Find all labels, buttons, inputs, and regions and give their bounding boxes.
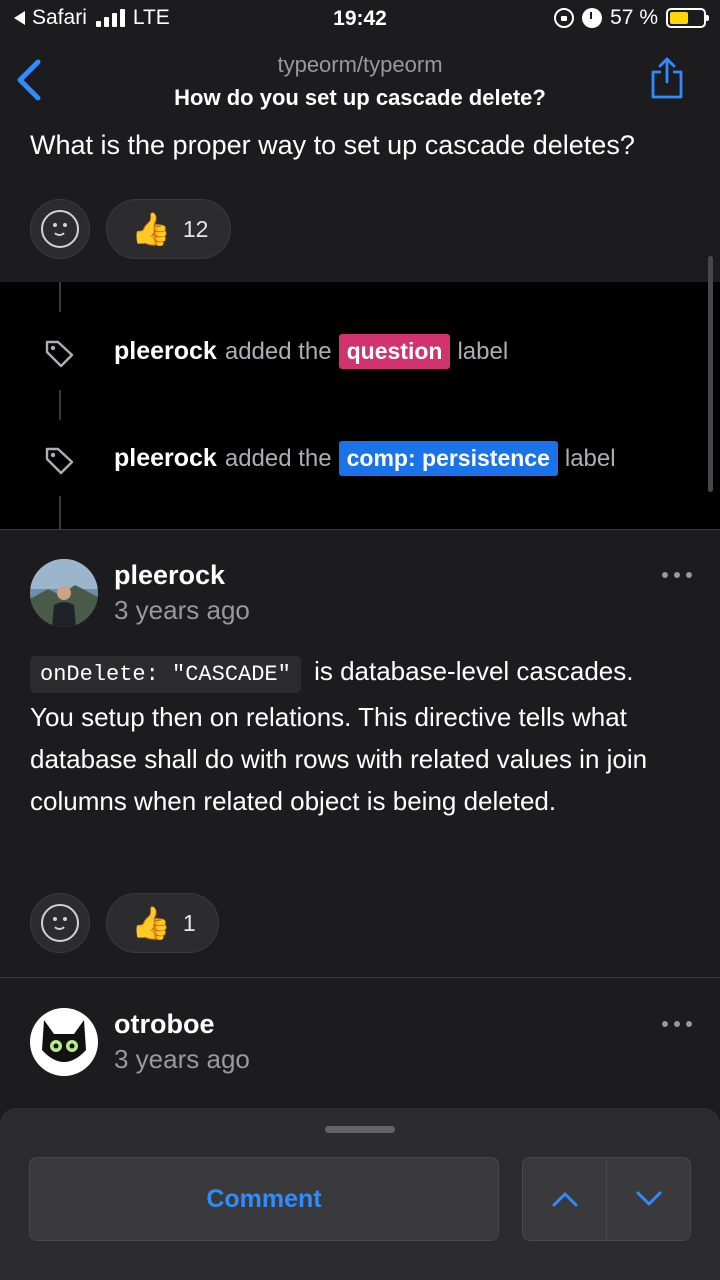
- event-action: added the: [224, 444, 332, 472]
- alarm-icon: [582, 8, 603, 28]
- tag-icon: [45, 340, 74, 368]
- status-bar: Safari LTE 19:42 57 %: [0, 0, 720, 40]
- smile-icon: [41, 210, 79, 248]
- add-reaction-button[interactable]: [30, 199, 90, 259]
- timeline-line: [59, 496, 61, 530]
- event-action: added the: [224, 337, 332, 365]
- thumbs-up-reaction[interactable]: 👍 1: [106, 893, 219, 953]
- timeline-text: pleerock added the question label: [114, 334, 508, 369]
- avatar[interactable]: [30, 559, 98, 627]
- avatar[interactable]: [30, 1008, 98, 1076]
- label-question[interactable]: question: [338, 334, 451, 369]
- bottom-bar: Comment: [0, 1108, 720, 1280]
- thumbs-up-icon: 👍: [131, 211, 171, 247]
- comment-button[interactable]: Comment: [29, 1157, 499, 1241]
- event-suffix: label: [457, 337, 509, 365]
- comment-time: 3 years ago: [114, 1044, 250, 1074]
- timeline-line: [59, 282, 61, 312]
- question-body: What is the proper way to set up cascade…: [30, 130, 635, 160]
- event-user[interactable]: pleerock: [114, 444, 217, 473]
- scrollbar[interactable]: [708, 256, 713, 492]
- navigation-bar: typeorm/typeorm How do you set up cascad…: [0, 40, 720, 124]
- tag-icon: [45, 447, 74, 475]
- comment-navigator: [522, 1157, 691, 1241]
- thumbs-up-icon: 👍: [131, 905, 171, 941]
- question-reactions: 👍 12: [30, 199, 232, 259]
- label-comp-persistence[interactable]: comp: persistence: [338, 441, 558, 476]
- comment-body: onDelete: "CASCADE" is database-level ca…: [30, 650, 680, 822]
- next-comment-button[interactable]: [606, 1158, 690, 1240]
- battery-percent: 57 %: [610, 6, 658, 29]
- comment-header: pleerock 3 years ago: [30, 559, 250, 627]
- comment-author[interactable]: otroboe: [114, 1009, 250, 1040]
- event-user[interactable]: pleerock: [114, 337, 217, 366]
- more-options-icon[interactable]: [662, 1021, 692, 1027]
- timeline: pleerock added the question label pleero…: [0, 282, 720, 530]
- timeline-line: [59, 390, 61, 420]
- comment-meta: pleerock 3 years ago: [114, 560, 250, 626]
- share-icon[interactable]: [650, 56, 684, 100]
- event-suffix: label: [564, 444, 616, 472]
- repo-name[interactable]: typeorm/typeorm: [0, 52, 720, 78]
- sheet-grabber[interactable]: [325, 1126, 395, 1133]
- thumbs-up-reaction[interactable]: 👍 12: [106, 199, 232, 259]
- comment-meta: otroboe 3 years ago: [114, 1009, 250, 1075]
- previous-comment-button[interactable]: [523, 1158, 606, 1240]
- comment-author[interactable]: pleerock: [114, 560, 250, 591]
- add-reaction-button[interactable]: [30, 893, 90, 953]
- timeline-event: pleerock added the question label: [0, 330, 720, 380]
- comment-reactions: 👍 1: [30, 893, 219, 953]
- chevron-up-icon: [552, 1192, 577, 1207]
- timeline-event: pleerock added the comp: persistence lab…: [0, 437, 720, 487]
- timeline-text: pleerock added the comp: persistence lab…: [114, 441, 616, 476]
- comment-time: 3 years ago: [114, 595, 250, 625]
- smile-icon: [41, 904, 79, 942]
- more-options-icon[interactable]: [662, 572, 692, 578]
- reaction-count: 1: [182, 909, 196, 936]
- chevron-down-icon: [636, 1191, 661, 1206]
- reaction-count: 12: [182, 215, 209, 242]
- divider: [0, 529, 720, 530]
- status-right: 57 %: [554, 6, 709, 30]
- battery-icon: [666, 8, 709, 28]
- divider: [0, 977, 720, 978]
- orientation-lock-icon: [554, 8, 575, 28]
- page-title: How do you set up cascade delete?: [174, 85, 546, 110]
- inline-code: onDelete: "CASCADE": [30, 656, 301, 693]
- comment-header: otroboe 3 years ago: [30, 1008, 250, 1076]
